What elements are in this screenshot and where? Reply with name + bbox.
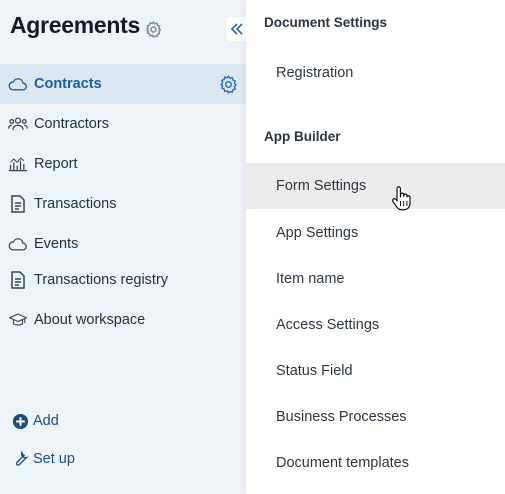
sidebar-item-events[interactable]: Events xyxy=(0,224,246,264)
menu-item-document-templates[interactable]: Document templates xyxy=(246,440,505,486)
chart-icon xyxy=(8,154,28,174)
menu-item-access-settings[interactable]: Access Settings xyxy=(246,302,505,348)
sidebar-item-label: Transactions xyxy=(34,196,117,212)
sidebar-item-label: Transactions registry xyxy=(34,272,169,288)
graduation-cap-icon xyxy=(8,310,28,330)
add-label: Add xyxy=(33,413,59,429)
sidebar: Agreements Contracts Contractors Report … xyxy=(0,0,248,494)
sidebar-item-label: Contractors xyxy=(34,116,109,132)
app-title: Agreements xyxy=(10,12,140,38)
menu-item-form-settings[interactable]: Form Settings xyxy=(246,163,505,209)
setup-button[interactable]: Set up xyxy=(10,447,75,471)
setup-label: Set up xyxy=(33,451,75,467)
document-icon xyxy=(8,270,28,290)
cloud-icon xyxy=(8,234,28,254)
wrench-icon xyxy=(10,449,30,469)
sidebar-item-report[interactable]: Report xyxy=(0,144,246,184)
sidebar-item-label: Events xyxy=(34,236,79,252)
add-button[interactable]: Add xyxy=(10,409,59,433)
menu-item-app-settings[interactable]: App Settings xyxy=(246,210,505,256)
sidebar-item-contracts[interactable]: Contracts xyxy=(0,64,246,104)
menu-item-business-processes[interactable]: Business Processes xyxy=(246,394,505,440)
people-icon xyxy=(8,114,28,134)
document-icon xyxy=(8,194,28,214)
menu-item-status-field[interactable]: Status Field xyxy=(246,348,505,394)
sidebar-item-label: Contracts xyxy=(34,76,102,92)
settings-gear-icon[interactable] xyxy=(144,20,163,39)
settings-gear-icon[interactable] xyxy=(218,74,239,95)
collapse-sidebar-button[interactable] xyxy=(226,17,248,41)
sidebar-item-transactions-registry[interactable]: Transactions registry xyxy=(0,260,246,300)
sidebar-item-about-workspace[interactable]: About workspace xyxy=(0,300,246,340)
sidebar-item-contractors[interactable]: Contractors xyxy=(0,104,246,144)
plus-circle-icon xyxy=(10,411,30,431)
sidebar-item-label: Report xyxy=(34,156,78,172)
menu-item-item-name[interactable]: Item name xyxy=(246,256,505,302)
cloud-icon xyxy=(8,74,28,94)
menu-section-title: Document Settings xyxy=(264,15,388,30)
sidebar-item-label: About workspace xyxy=(34,312,146,328)
settings-dropdown-menu: Document Settings Registration App Build… xyxy=(246,0,505,494)
menu-item-registration[interactable]: Registration xyxy=(246,50,505,96)
menu-section-title: App Builder xyxy=(264,129,341,144)
sidebar-item-transactions[interactable]: Transactions xyxy=(0,184,246,224)
double-chevron-left-icon xyxy=(230,23,243,35)
